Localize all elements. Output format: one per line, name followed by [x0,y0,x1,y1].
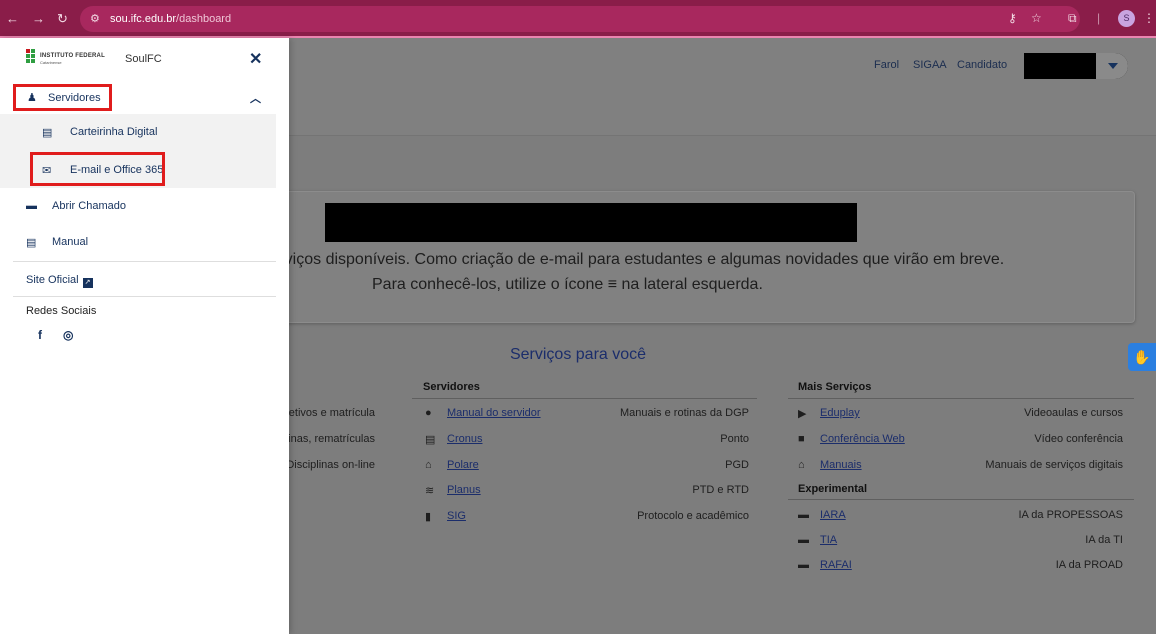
welcome-text-line1: s serviços disponíveis. Como criação de … [250,251,1005,268]
layers-icon: ≋ [425,485,435,497]
browser-toolbar: ← → ↻ ⚙ sou.ifc.edu.br/dashboard ⚷ ☆ ⧉ |… [0,0,1156,38]
nav-link-farol[interactable]: Farol [874,59,899,71]
kebab-menu-icon[interactable]: ⋮ [1143,11,1155,25]
file-icon: ▮ [425,511,432,523]
user-menu-toggle[interactable] [1096,53,1128,79]
instagram-icon[interactable]: ◎ [63,328,73,342]
user-circle-icon: ● [425,407,432,419]
password-key-icon[interactable]: ⚷ [1008,11,1017,25]
user-tie-icon: ♟ [27,92,37,104]
service-row-cronus: ▤ Cronus Ponto [425,433,749,446]
welcome-text-line2: Para conhecê-los, utilize o ícone ≡ na l… [372,276,763,293]
id-card-icon: ▤ [42,127,53,139]
facebook-icon[interactable]: f [38,328,42,342]
book-icon: ▤ [26,237,37,249]
ifc-logo: INSTITUTO FEDERAL Catarinense [26,47,116,69]
service-row-conferencia-web: ■ Conferência Web Vídeo conferência [798,433,1123,445]
ticket-icon: ▬ [26,200,37,212]
highlight-box [30,152,165,186]
column-divider [788,398,1134,399]
chat-icon: ▬ [798,509,809,521]
forward-icon[interactable]: → [32,11,45,26]
url-host: sou.ifc.edu.br [110,13,177,25]
service-row-tia: ▬ TIA IA da TI [798,534,1123,546]
sidebar-drawer: INSTITUTO FEDERAL Catarinense SoulFC ✕ ♟… [0,38,289,634]
play-icon: ▶ [798,408,807,420]
chevron-up-icon[interactable]: ︿ [250,90,261,106]
id-card-icon: ▤ [425,434,436,446]
service-row-rafai: ▬ RAFAI IA da PROAD [798,559,1123,571]
sidebar-section-servidores[interactable]: ♟ Servidores [13,84,112,111]
redacted-greeting [325,203,857,242]
extensions-icon[interactable]: ⧉ [1068,11,1077,26]
service-row-planus: ≋ Planus PTD e RTD [425,484,749,497]
column-divider [788,499,1134,500]
toolbar-separator: | [1097,11,1101,25]
service-row-manual-do-servidor: ● Manual do servidor Manuais e rotinas d… [425,407,749,419]
service-row-eduplay: ▶ Eduplay Videoaulas e cursos [798,407,1123,420]
video-icon: ■ [798,433,805,445]
service-row-sig: ▮ SIG Protocolo e acadêmico [425,510,749,523]
accessibility-hand-icon[interactable]: ✋ [1128,343,1156,371]
servidores-heading: Servidores [423,381,480,393]
house-user-icon: ⌂ [425,459,432,471]
back-icon[interactable]: ← [6,11,19,26]
bookmark-star-icon[interactable]: ☆ [1031,11,1042,25]
close-icon[interactable]: ✕ [249,49,262,69]
reload-icon[interactable]: ↻ [57,11,68,27]
address-bar[interactable]: ⚙ sou.ifc.edu.br/dashboard [80,6,1080,32]
service-row-manuais: ⌂ Manuais Manuais de serviços digitais [798,459,1123,471]
profile-avatar[interactable]: S [1118,10,1135,27]
nav-link-sigaa[interactable]: SIGAA [913,59,947,71]
url-path: /dashboard [176,13,232,25]
experimental-heading: Experimental [798,483,868,495]
service-row-iara: ▬ IARA IA da PROPESSOAS [798,509,1123,521]
house-user-icon: ⌂ [798,459,805,471]
external-link-icon: ↗ [82,278,93,288]
column-divider [412,398,757,399]
chat-icon: ▬ [798,534,809,546]
nav-link-candidato[interactable]: Candidato [957,59,1007,71]
social-title: Redes Sociais [26,305,97,317]
divider [13,296,276,297]
site-oficial-link[interactable]: Site Oficial ↗ [26,274,93,288]
divider [13,261,276,262]
app-name: SoulFC [125,53,162,65]
chat-icon: ▬ [798,559,809,571]
service-row-polare: ⌂ Polare PGD [425,459,749,471]
chevron-down-icon [1108,63,1118,69]
site-settings-icon[interactable]: ⚙ [90,6,100,32]
mais-servicos-heading: Mais Serviços [798,381,872,393]
